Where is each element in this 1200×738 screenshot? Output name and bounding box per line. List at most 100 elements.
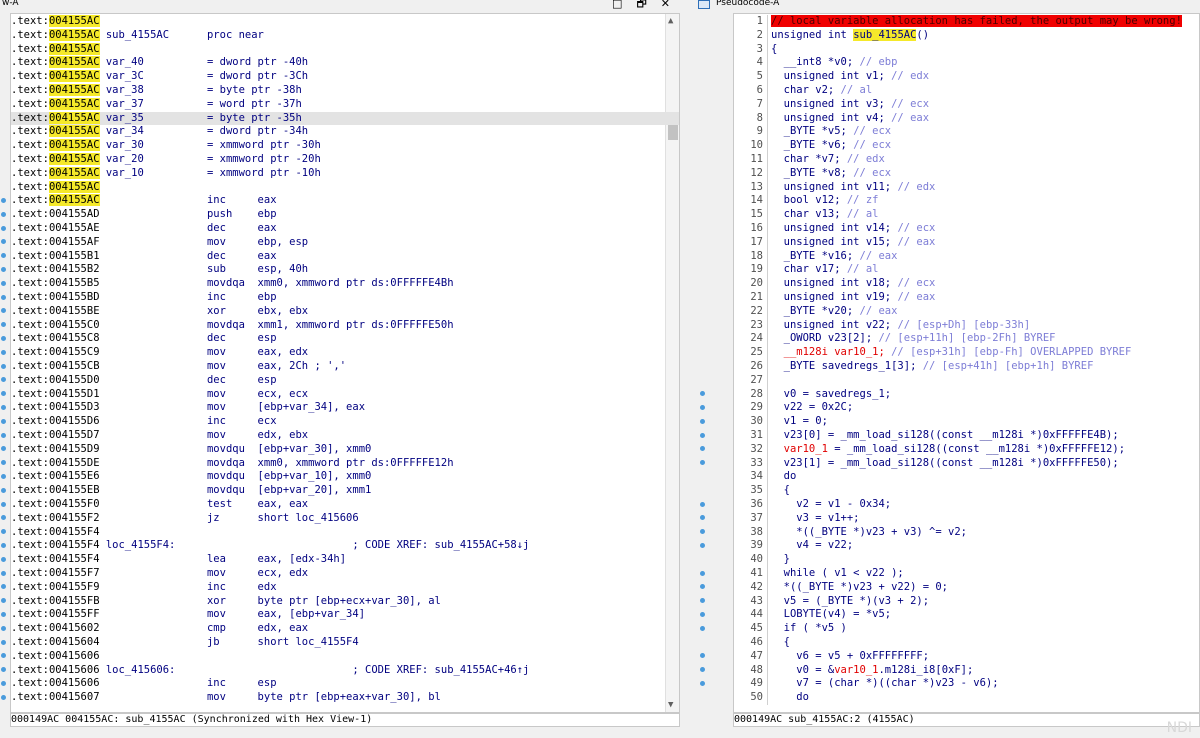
code-token[interactable]: ()	[916, 29, 929, 41]
breakpoint-dot-icon[interactable]	[1, 266, 6, 272]
line-address[interactable]: 004155AC	[48, 15, 100, 27]
instruction-text[interactable]: test eax, eax	[100, 498, 308, 510]
code-token[interactable]: while ( v1 < v22 );	[771, 567, 904, 579]
pseudocode-line[interactable]: 43 v5 = (_BYTE *)(v3 + 2);	[734, 594, 1199, 609]
code-token[interactable]: _BYTE *v8;	[771, 167, 853, 179]
pseudocode-line[interactable]: 36 v2 = v1 - 0x34;	[734, 498, 1199, 512]
pseudocode-line[interactable]: 18 _BYTE *v16; // eax	[734, 249, 1199, 264]
disasm-line[interactable]: .text:004155B5 movdqa xmm0, xmmword ptr …	[11, 277, 679, 291]
breakpoint-dot-icon[interactable]	[700, 460, 705, 466]
code-comment[interactable]: // ecx	[853, 125, 891, 137]
line-address[interactable]: 004155F4	[49, 553, 100, 565]
code-token[interactable]: do	[771, 691, 809, 703]
instruction-text[interactable]: inc ecx	[100, 415, 277, 427]
code-comment[interactable]: // eax	[891, 112, 929, 124]
breakpoint-dot-icon[interactable]	[1, 570, 6, 576]
pseudocode-line[interactable]: 34 do	[734, 470, 1199, 485]
line-address[interactable]: 004155F0	[49, 498, 100, 510]
disasm-line[interactable]: .text:004155CB mov eax, 2Ch ; ','	[11, 360, 679, 374]
instruction-text[interactable]: dec esp	[100, 332, 277, 344]
breakpoint-dot-icon[interactable]	[1, 391, 6, 397]
code-token[interactable]: unsigned int v18;	[771, 277, 897, 289]
breakpoint-dot-icon[interactable]	[1, 377, 6, 383]
disasm-line[interactable]: .text:004155AC var_37 = word ptr -37h	[11, 97, 679, 112]
instruction-text[interactable]: loc_4155F4: ; CODE XREF: sub_4155AC+58↓j	[100, 539, 530, 551]
pseudocode-line[interactable]: 26 _BYTE savedregs_1[3]; // [esp+41h] [e…	[734, 360, 1199, 374]
disasm-line[interactable]: .text:00415606	[11, 650, 679, 664]
pseudocode-line[interactable]: 33 v23[1] = _mm_load_si128((const __m128…	[734, 456, 1199, 471]
close-icon[interactable]: ✕	[661, 0, 684, 10]
instruction-text[interactable]: xor byte ptr [ebp+ecx+var_30], al	[100, 595, 441, 607]
breakpoint-dot-icon[interactable]	[700, 611, 705, 617]
pseudocode-line[interactable]: 21 unsigned int v19; // eax	[734, 291, 1199, 305]
code-token[interactable]: v5 = (_BYTE *)(v3 + 2);	[771, 595, 929, 607]
disasm-line[interactable]: .text:004155AC var_35 = byte ptr -35h	[11, 111, 679, 126]
code-comment[interactable]: // ecx	[897, 277, 935, 289]
breakpoint-dot-icon[interactable]	[1, 680, 6, 686]
breakpoint-dot-icon[interactable]	[1, 446, 6, 452]
code-token[interactable]: unsigned int v1;	[771, 70, 891, 82]
pseudocode-line[interactable]: 39 v4 = v22;	[734, 539, 1199, 554]
code-comment[interactable]: // eax	[897, 291, 935, 303]
disasm-line[interactable]: .text:004155BD inc ebp	[11, 291, 679, 305]
line-address[interactable]: 004155D6	[49, 415, 100, 427]
code-token[interactable]: _BYTE *v16;	[771, 250, 860, 262]
instruction-text[interactable]: var_10 = xmmword ptr -10h	[100, 167, 321, 179]
breakpoint-dot-icon[interactable]	[1, 460, 6, 466]
pseudocode-line[interactable]: 38 *((_BYTE *)v23 + v3) ^= v2;	[734, 525, 1199, 540]
code-token[interactable]: unsigned int v4;	[771, 112, 891, 124]
disasm-line[interactable]: .text:004155C8 dec esp	[11, 332, 679, 346]
instruction-text[interactable]: mov byte ptr [ebp+eax+var_30], bl	[100, 691, 441, 703]
pseudocode-line[interactable]: 48 v0 = &var10_1.m128i_i8[0xF];	[734, 663, 1199, 678]
disasm-line[interactable]: .text:004155AC inc eax	[11, 194, 679, 208]
pseudocode-line[interactable]: 44 LOBYTE(v4) = *v5;	[734, 608, 1199, 623]
breakpoint-dot-icon[interactable]	[1, 653, 6, 659]
instruction-text[interactable]: jz short loc_415606	[100, 512, 359, 524]
code-token[interactable]: LOBYTE(v4) = *v5;	[771, 608, 891, 620]
pseudocode-line[interactable]: 16 unsigned int v14; // ecx	[734, 222, 1199, 236]
pseudocode-line[interactable]: 13 unsigned int v11; // edx	[734, 180, 1199, 195]
breakpoint-dot-icon[interactable]	[700, 501, 705, 507]
breakpoint-dot-icon[interactable]	[1, 322, 6, 328]
instruction-text[interactable]: inc eax	[100, 194, 277, 206]
line-address[interactable]: 004155AC	[48, 180, 100, 193]
pseudocode-line[interactable]: 7 unsigned int v3; // ecx	[734, 97, 1199, 112]
breakpoint-dot-icon[interactable]	[1, 501, 6, 507]
line-address[interactable]: 004155AC	[48, 194, 100, 207]
breakpoint-dot-icon[interactable]	[700, 446, 705, 452]
code-token[interactable]: v1 = 0;	[771, 415, 828, 427]
code-token[interactable]: var10_1	[834, 664, 878, 676]
disasm-line[interactable]: .text:004155AD push ebp	[11, 208, 679, 222]
code-comment[interactable]: // ecx	[891, 98, 929, 110]
line-address[interactable]: 004155BD	[49, 291, 100, 303]
disasm-line[interactable]: .text:004155DE movdqa xmm0, xmmword ptr …	[11, 457, 679, 471]
breakpoint-dot-icon[interactable]	[1, 667, 6, 673]
line-address[interactable]: 00415606	[49, 664, 100, 676]
pseudocode-line[interactable]: 42 *((_BYTE *)v23 + v22) = 0;	[734, 580, 1199, 595]
instruction-text[interactable]: var_34 = dword ptr -34h	[100, 125, 308, 137]
line-address[interactable]: 004155FB	[49, 595, 100, 607]
breakpoint-dot-icon[interactable]	[1, 363, 6, 369]
line-address[interactable]: 004155D9	[49, 443, 100, 455]
disasm-line[interactable]: .text:004155AC var_10 = xmmword ptr -10h	[11, 166, 679, 181]
line-address[interactable]: 004155C8	[49, 332, 100, 344]
breakpoint-dot-icon[interactable]	[1, 280, 6, 286]
instruction-text[interactable]: movdqa xmm0, xmmword ptr ds:0FFFFFE12h	[100, 457, 454, 469]
disasm-line[interactable]: .text:00415607 mov byte ptr [ebp+eax+var…	[11, 691, 679, 705]
line-address[interactable]: 004155AF	[49, 236, 100, 248]
line-address[interactable]: 004155AE	[49, 222, 100, 234]
line-address[interactable]: 004155AC	[48, 139, 100, 152]
line-address[interactable]: 004155F4	[49, 526, 100, 538]
breakpoint-dot-icon[interactable]	[1, 542, 6, 548]
breakpoint-dot-icon[interactable]	[1, 611, 6, 617]
code-comment[interactable]: // edx	[891, 70, 929, 82]
line-address[interactable]: 004155EB	[49, 484, 100, 496]
code-token[interactable]: char v17;	[771, 263, 847, 275]
pseudocode-line[interactable]: 9 _BYTE *v5; // ecx	[734, 125, 1199, 140]
breakpoint-dot-icon[interactable]	[1, 515, 6, 521]
disasm-line[interactable]: .text:004155B1 dec eax	[11, 250, 679, 264]
line-address[interactable]: 004155BE	[49, 305, 100, 317]
line-address[interactable]: 00415602	[49, 622, 100, 634]
instruction-text[interactable]: var_40 = dword ptr -40h	[100, 56, 308, 68]
line-address[interactable]: 004155F4	[49, 539, 100, 551]
